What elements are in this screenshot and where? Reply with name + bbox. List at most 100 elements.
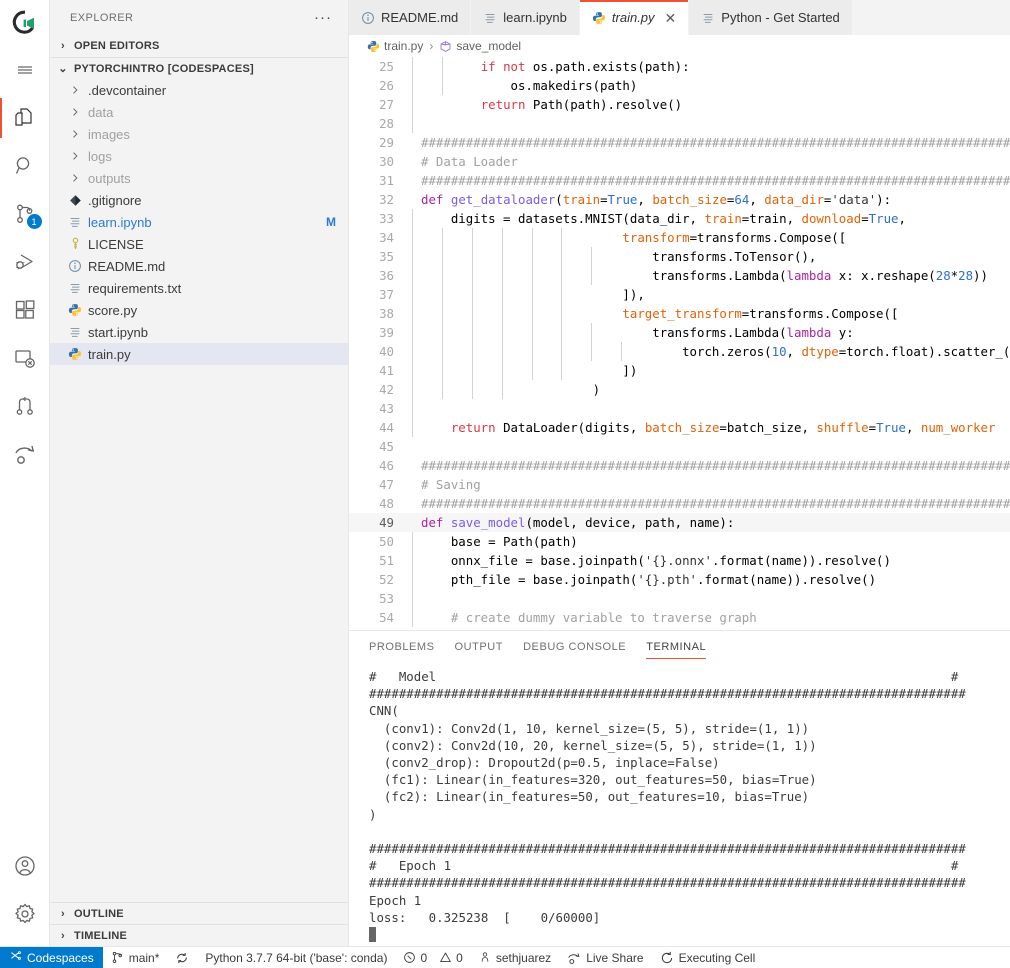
menu-icon[interactable] xyxy=(0,46,50,94)
line-number: 48 xyxy=(379,496,394,511)
status-account-label: sethjuarez xyxy=(495,950,552,965)
text-file-icon xyxy=(66,281,84,295)
search-icon[interactable] xyxy=(0,142,50,190)
editor-tab-python-get-started[interactable]: Python - Get Started xyxy=(689,0,853,35)
code-token: = xyxy=(600,192,608,207)
status-live-share-label: Live Share xyxy=(586,950,644,965)
line-number: 40 xyxy=(379,344,394,359)
status-branch[interactable]: main* xyxy=(103,947,168,968)
file-item-learn-ipynb[interactable]: learn.ipynb M xyxy=(50,211,348,233)
file-tree: .devcontainer data images logs outputs .gitig… xyxy=(50,79,348,902)
code-token: '{}.pth' xyxy=(637,572,698,587)
indent-guide xyxy=(442,247,444,266)
remote-explorer-icon[interactable] xyxy=(0,334,50,382)
close-icon[interactable]: ✕ xyxy=(665,11,677,25)
code-token: # Saving # xyxy=(421,477,1010,492)
panel-tab-debug-console[interactable]: DEBUG CONSOLE xyxy=(523,631,626,662)
code-line-content: ########################################… xyxy=(411,456,1010,475)
code-token: =batch_size, xyxy=(719,420,817,435)
extensions-icon[interactable] xyxy=(0,286,50,334)
status-interpreter-label: Python 3.7.7 64-bit ('base': conda) xyxy=(205,950,388,965)
status-sync[interactable] xyxy=(167,947,197,968)
terminal-output[interactable]: # Model # ###############################… xyxy=(349,662,1010,946)
file-item-readme-md[interactable]: README.md xyxy=(50,255,348,277)
file-item-train-py[interactable]: train.py xyxy=(50,343,348,365)
indent-guide xyxy=(501,361,503,380)
git-file-icon xyxy=(66,194,84,207)
code-token: = xyxy=(868,420,877,435)
panel-tab-problems[interactable]: PROBLEMS xyxy=(369,631,435,662)
code-token: get_dataloader xyxy=(450,192,556,207)
code-token: transforms.Lambda( xyxy=(421,268,787,283)
editor-tab-train-py[interactable]: train.py ✕ xyxy=(579,0,690,35)
explorer-icon[interactable] xyxy=(0,94,50,142)
folder-item-outputs[interactable]: outputs xyxy=(50,167,348,189)
editor-tab-learn-ipynb[interactable]: learn.ipynb xyxy=(471,0,580,35)
code-line-content: return DataLoader(digits, batch_size=bat… xyxy=(411,418,995,437)
indent-guide xyxy=(471,266,473,285)
editor-tab-label: Python - Get Started xyxy=(721,10,840,25)
breadcrumb-symbol[interactable]: save_model xyxy=(439,39,521,53)
source-control-icon[interactable]: 1 xyxy=(0,190,50,238)
code-line: 28 xyxy=(349,114,1010,133)
account-circle-icon[interactable] xyxy=(0,842,50,890)
folder-item-images[interactable]: images xyxy=(50,123,348,145)
panel-tab-output[interactable]: OUTPUT xyxy=(455,631,504,662)
sidebar-section-open-editors[interactable]: › OPEN EDITORS xyxy=(50,35,348,57)
code-token: ########################################… xyxy=(421,135,1010,150)
code-token: =torch.float).scatter_( xyxy=(838,344,1010,359)
status-executing-cell[interactable]: Executing Cell xyxy=(652,947,764,968)
code-token: def xyxy=(421,192,444,207)
more-actions-icon[interactable]: ··· xyxy=(314,9,340,26)
line-number: 37 xyxy=(379,287,394,302)
sidebar-section-timeline[interactable]: › TIMELINE xyxy=(50,924,348,946)
status-account[interactable]: sethjuarez xyxy=(471,947,559,968)
sidebar-section-project[interactable]: ⌄ PYTORCHINTRO [CODESPACES] xyxy=(50,57,348,79)
folder-item-logs[interactable]: logs xyxy=(50,145,348,167)
code-token: DataLoader(digits, xyxy=(495,420,645,435)
editor-group: README.md learn.ipynb train.py ✕ Python - Ge… xyxy=(349,0,1010,946)
tab-bar-filler xyxy=(852,0,1010,35)
gear-icon[interactable] xyxy=(0,890,50,938)
line-number: 34 xyxy=(379,230,394,245)
code-token: torch.zeros( xyxy=(421,344,772,359)
file-item-gitignore[interactable]: .gitignore xyxy=(50,189,348,211)
file-item-license[interactable]: LICENSE xyxy=(50,233,348,255)
indent-guide xyxy=(471,361,473,380)
folder-item-data[interactable]: data xyxy=(50,101,348,123)
editor-tab-label: README.md xyxy=(381,10,459,25)
python-icon xyxy=(66,303,84,317)
folder-item-devcontainer[interactable]: .devcontainer xyxy=(50,79,348,101)
code-line: 42 ) xyxy=(349,380,1010,399)
status-live-share[interactable]: Live Share xyxy=(559,947,651,968)
git-pull-request-icon[interactable] xyxy=(0,382,50,430)
code-line: 33 digits = datasets.MNIST(data_dir, tra… xyxy=(349,209,1010,228)
sidebar-section-outline[interactable]: › OUTLINE xyxy=(50,902,348,924)
panel-tab-terminal[interactable]: TERMINAL xyxy=(646,631,707,662)
file-item-start-ipynb[interactable]: start.ipynb xyxy=(50,321,348,343)
status-python-interpreter[interactable]: Python 3.7.7 64-bit ('base': conda) xyxy=(197,947,395,968)
code-token: (model, device, path, name): xyxy=(525,515,735,530)
folder-chevron-icon xyxy=(66,150,84,162)
status-problems[interactable]: 0 0 xyxy=(395,947,470,968)
code-token: dtype xyxy=(801,344,839,359)
code-line: 52 pth_file = base.joinpath('{}.pth'.for… xyxy=(349,570,1010,589)
code-line: 37 ]), xyxy=(349,285,1010,304)
file-item-score-py[interactable]: score.py xyxy=(50,299,348,321)
code-line-content xyxy=(411,589,421,608)
editor-tab-readme-md[interactable]: README.md xyxy=(349,0,472,35)
file-item-requirements-txt[interactable]: requirements.txt xyxy=(50,277,348,299)
line-number: 51 xyxy=(379,553,394,568)
live-share-icon[interactable] xyxy=(0,430,50,478)
status-remote-codespaces[interactable]: Codespaces xyxy=(0,946,103,968)
code-token: ########################################… xyxy=(421,496,1010,511)
indent-guide xyxy=(591,266,593,285)
terminal-cursor xyxy=(369,926,1010,943)
indent-guide xyxy=(412,570,414,589)
breadcrumb-file[interactable]: train.py xyxy=(367,39,423,53)
code-editor[interactable]: 25 if not os.path.exists(path): 26 os.mak… xyxy=(349,57,1010,630)
terminal-line: # Epoch 1 # xyxy=(369,858,959,874)
indent-guide xyxy=(501,285,503,304)
indent-guide xyxy=(591,323,593,342)
run-and-debug-icon[interactable] xyxy=(0,238,50,286)
